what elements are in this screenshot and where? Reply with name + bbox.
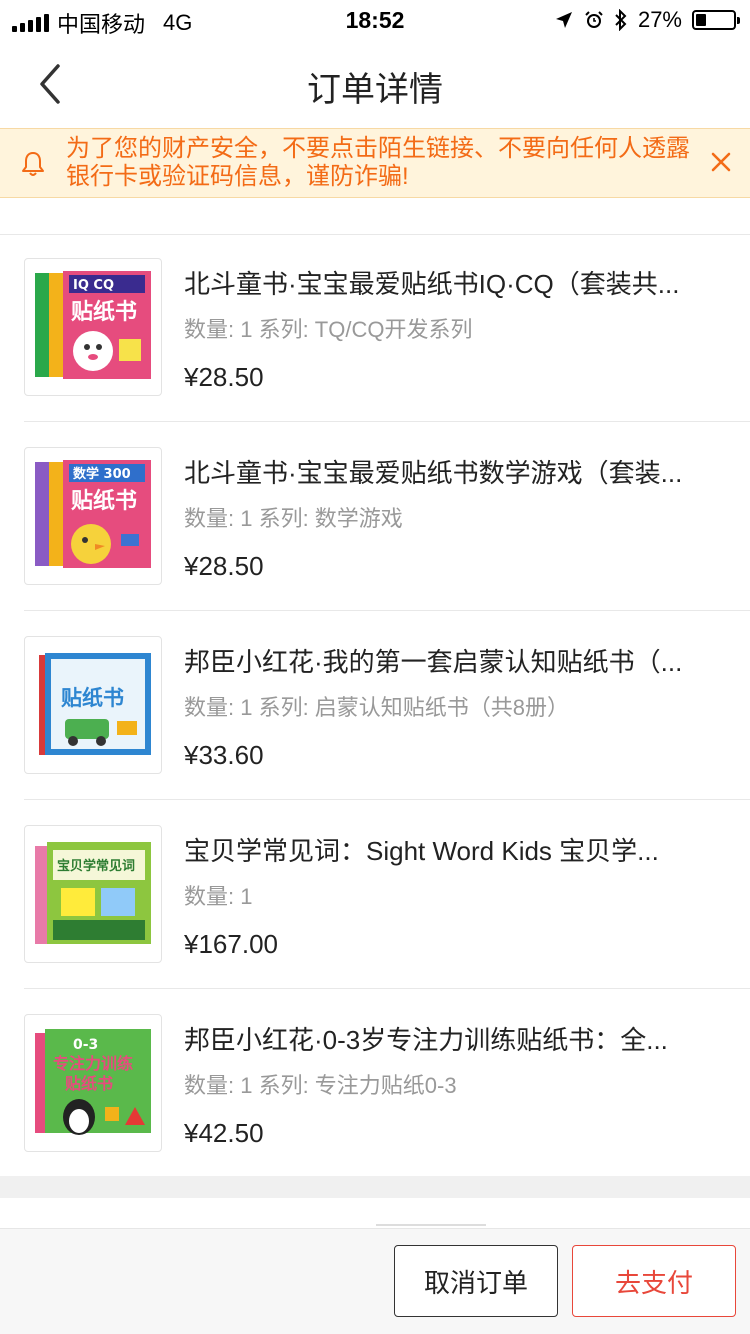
svg-text:0-3: 0-3 bbox=[73, 1037, 98, 1053]
list-item[interactable]: 宝贝学常见词 宝贝学常见词：Sight Word Kids 宝贝学... 数量:… bbox=[24, 801, 750, 989]
product-thumbnail: 贴纸书 bbox=[24, 636, 162, 774]
action-bar: 取消订单 去支付 bbox=[0, 1228, 750, 1334]
bell-icon bbox=[22, 152, 44, 176]
product-meta: 数量: 1 bbox=[184, 884, 253, 909]
product-price: ¥167.00 bbox=[184, 929, 278, 959]
security-notice-banner: 为了您的财产安全，不要点击陌生链接、不要向任何人透露银行卡或验证码信息，谨防诈骗… bbox=[0, 128, 750, 198]
pay-button[interactable]: 去支付 bbox=[572, 1245, 736, 1317]
product-thumbnail: 0-3 专注力训练 贴纸书 bbox=[24, 1014, 162, 1152]
list-item[interactable]: IQ CQ 贴纸书 北斗童书·宝宝最爱贴纸书IQ·CQ（套装共... 数量: 1… bbox=[24, 234, 750, 422]
product-meta: 数量: 1 系列: 数学游戏 bbox=[184, 506, 403, 531]
page-title: 订单详情 bbox=[307, 71, 443, 109]
svg-text:贴纸书: 贴纸书 bbox=[61, 686, 124, 710]
product-price: ¥28.50 bbox=[184, 362, 264, 392]
partial-next-section bbox=[0, 1198, 750, 1228]
partial-store-row bbox=[0, 198, 750, 235]
notice-text: 为了您的财产安全，不要点击陌生链接、不要向任何人透露银行卡或验证码信息，谨防诈骗… bbox=[66, 135, 690, 190]
battery-icon bbox=[692, 10, 740, 30]
svg-text:贴纸书: 贴纸书 bbox=[71, 299, 137, 325]
svg-text:贴纸书: 贴纸书 bbox=[65, 1074, 113, 1093]
book-cover-image: 0-3 专注力训练 贴纸书 bbox=[35, 1029, 151, 1135]
list-item[interactable]: 数学 300 贴纸书 北斗童书·宝宝最爱贴纸书数学游戏（套装... 数量: 1 … bbox=[24, 423, 750, 611]
location-arrow-icon bbox=[555, 12, 572, 28]
product-price: ¥33.60 bbox=[184, 740, 264, 770]
product-title[interactable]: 北斗童书·宝宝最爱贴纸书数学游戏（套装... bbox=[184, 453, 736, 490]
product-title[interactable]: 宝贝学常见词：Sight Word Kids 宝贝学... bbox=[184, 831, 736, 868]
product-meta: 数量: 1 系列: 专注力贴纸0-3 bbox=[184, 1073, 457, 1098]
list-item[interactable]: 贴纸书 邦臣小红花·我的第一套启蒙认知贴纸书（... 数量: 1 系列: 启蒙认… bbox=[24, 612, 750, 800]
book-cover-image: 宝贝学常见词 bbox=[35, 842, 151, 944]
svg-text:IQ CQ: IQ CQ bbox=[73, 278, 114, 293]
bluetooth-icon bbox=[615, 9, 627, 31]
product-price: ¥28.50 bbox=[184, 551, 264, 581]
product-thumbnail: 宝贝学常见词 bbox=[24, 825, 162, 963]
svg-text:专注力训练: 专注力训练 bbox=[53, 1054, 133, 1073]
product-price: ¥42.50 bbox=[184, 1118, 264, 1148]
nav-bar: 订单详情 bbox=[0, 40, 750, 128]
product-thumbnail: 数学 300 贴纸书 bbox=[24, 447, 162, 585]
close-icon[interactable] bbox=[710, 151, 732, 173]
svg-text:数学 300: 数学 300 bbox=[73, 466, 131, 482]
svg-text:宝贝学常见词: 宝贝学常见词 bbox=[57, 858, 135, 874]
list-item[interactable]: 0-3 专注力训练 贴纸书 邦臣小红花·0-3岁专注力训练贴纸书：全... 数量… bbox=[24, 990, 750, 1178]
svg-text:贴纸书: 贴纸书 bbox=[71, 488, 137, 514]
status-bar: 中国移动 4G 18:52 27% bbox=[0, 0, 750, 40]
book-cover-image: 数学 300 贴纸书 bbox=[35, 460, 151, 568]
book-cover-image: 贴纸书 bbox=[39, 653, 151, 755]
product-title[interactable]: 邦臣小红花·0-3岁专注力训练贴纸书：全... bbox=[184, 1020, 736, 1057]
product-title[interactable]: 邦臣小红花·我的第一套启蒙认知贴纸书（... bbox=[184, 642, 736, 679]
order-items-list: IQ CQ 贴纸书 北斗童书·宝宝最爱贴纸书IQ·CQ（套装共... 数量: 1… bbox=[0, 198, 750, 1178]
product-meta: 数量: 1 系列: TQ/CQ开发系列 bbox=[184, 317, 473, 342]
battery-percent: 27% bbox=[637, 7, 682, 32]
status-right: 27% bbox=[554, 7, 740, 33]
product-thumbnail: IQ CQ 贴纸书 bbox=[24, 258, 162, 396]
book-cover-image: IQ CQ 贴纸书 bbox=[35, 271, 151, 379]
section-gap bbox=[0, 1176, 750, 1198]
product-title[interactable]: 北斗童书·宝宝最爱贴纸书IQ·CQ（套装共... bbox=[184, 264, 736, 301]
cancel-order-button[interactable]: 取消订单 bbox=[394, 1245, 558, 1317]
alarm-icon bbox=[585, 11, 603, 28]
product-meta: 数量: 1 系列: 启蒙认知贴纸书（共8册） bbox=[184, 695, 570, 720]
